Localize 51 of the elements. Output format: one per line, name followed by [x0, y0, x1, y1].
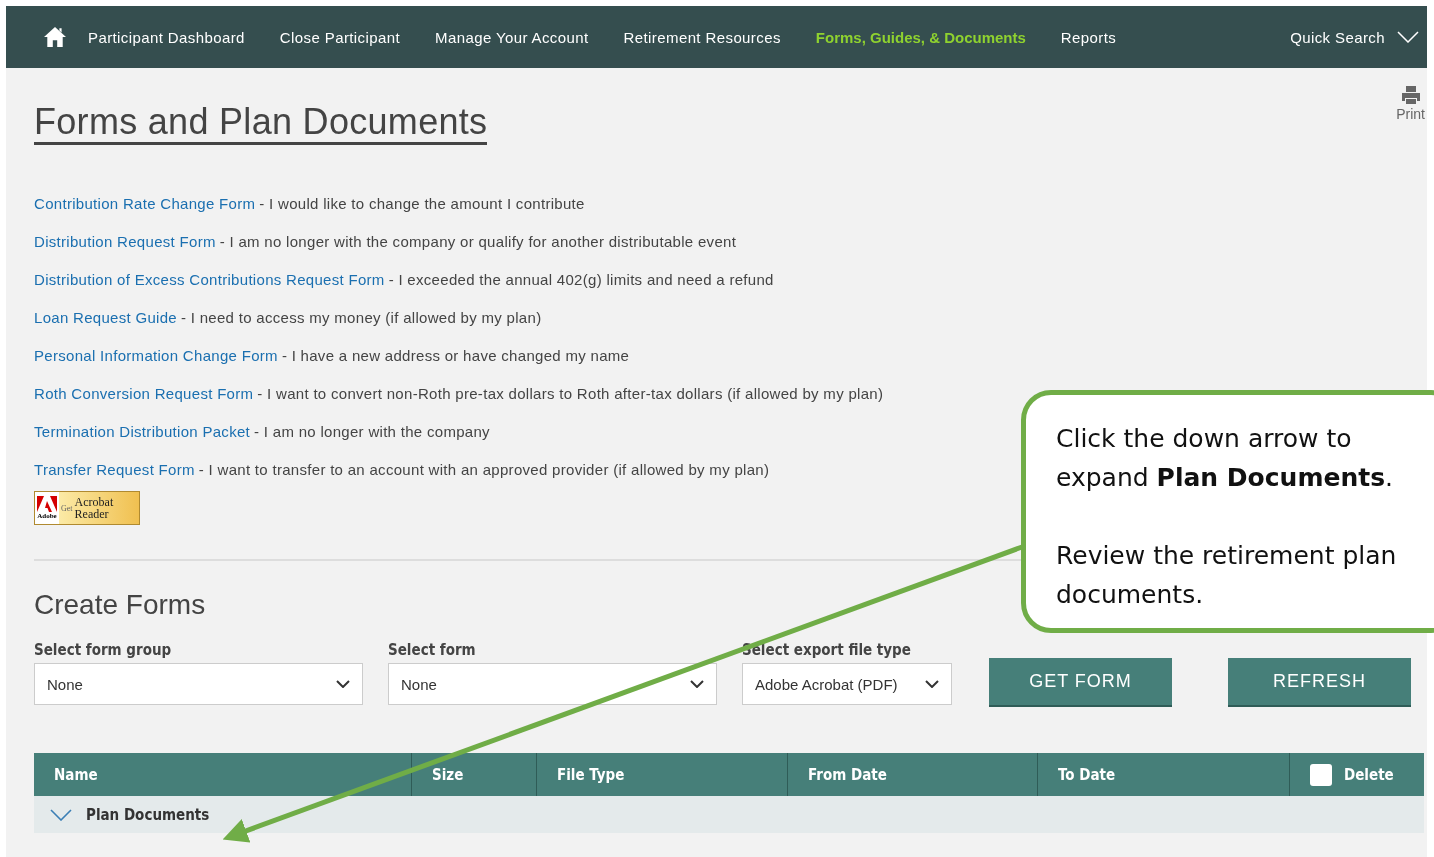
- badge-title: Acrobat: [74, 496, 114, 508]
- chevron-down-icon[interactable]: [690, 680, 704, 688]
- column-header: From Date: [808, 765, 887, 784]
- print-link[interactable]: Print: [1396, 106, 1425, 122]
- column-header: Name: [54, 765, 98, 784]
- form-link[interactable]: Roth Conversion Request Form: [34, 385, 254, 423]
- home-icon[interactable]: [44, 27, 66, 47]
- form-link[interactable]: Distribution of Excess Contributions Request Form: [34, 271, 385, 309]
- select-field[interactable]: None: [34, 663, 363, 705]
- nav-link[interactable]: Manage Your Account: [435, 28, 589, 46]
- form-description: - I am no longer with the company: [254, 423, 490, 442]
- column-header: To Date: [1058, 765, 1116, 784]
- section-title: Create Forms: [34, 589, 206, 621]
- nav-link[interactable]: Participant Dashboard: [88, 28, 245, 46]
- column-header: Delete: [1344, 765, 1394, 784]
- callout-text: Review the retirement plan documents.: [1056, 540, 1398, 611]
- nav-link[interactable]: Retirement Resources: [623, 28, 781, 46]
- column-header: Size: [432, 765, 464, 784]
- form-description: - I would like to change the amount I contribute: [259, 195, 585, 214]
- form-description: - I exceeded the annual 402(g) limits and need a refund: [388, 271, 774, 290]
- badge-title: Reader: [74, 508, 110, 520]
- column-header: File Type: [557, 765, 625, 784]
- nav-link[interactable]: Reports: [1060, 28, 1117, 46]
- nav-link[interactable]: Forms, Guides, & Documents: [815, 28, 1026, 46]
- chevron-down-icon[interactable]: [925, 680, 939, 688]
- form-description: - I am no longer with the company or qualify for another distributable event: [219, 233, 737, 252]
- field-label: Select form: [388, 641, 477, 659]
- form-link[interactable]: Termination Distribution Packet: [34, 423, 251, 461]
- form-link[interactable]: Contribution Rate Change Form: [34, 195, 256, 233]
- adobe-logo-icon: [37, 496, 57, 512]
- checkbox[interactable]: [1310, 763, 1332, 786]
- action-button[interactable]: GET FORM: [989, 658, 1172, 707]
- printer-icon[interactable]: [1400, 84, 1421, 106]
- form-link[interactable]: Personal Information Change Form: [34, 347, 278, 385]
- quick-search-menu[interactable]: Quick Search: [1290, 28, 1385, 46]
- group-row[interactable]: Plan Documents: [34, 796, 1424, 833]
- form-description: - I need to access my money (if allowed by my plan): [181, 309, 542, 328]
- badge-text: Get: [61, 503, 73, 513]
- form-link[interactable]: Distribution Request Form: [34, 233, 216, 271]
- select-field[interactable]: None: [388, 663, 717, 705]
- form-description: - I want to transfer to an account with an approved provider (if allowed by my plan): [198, 461, 770, 480]
- callout-text: Click the down arrow to expand Plan Documents.: [1056, 423, 1394, 494]
- form-description: - I have a new address or have changed my name: [281, 347, 630, 366]
- field-label: Select form group: [34, 641, 173, 659]
- chevron-down-icon[interactable]: [336, 680, 350, 688]
- form-link[interactable]: Loan Request Guide: [34, 309, 177, 347]
- page-title: Forms and Plan Documents: [34, 102, 488, 145]
- select-field[interactable]: Adobe Acrobat (PDF): [742, 663, 952, 705]
- form-description: - I want to convert non-Roth pre-tax dollars to Roth after-tax dollars (if allowed by my plan): [257, 385, 884, 404]
- action-button[interactable]: REFRESH: [1228, 658, 1411, 707]
- nav-link[interactable]: Close Participant: [279, 28, 400, 46]
